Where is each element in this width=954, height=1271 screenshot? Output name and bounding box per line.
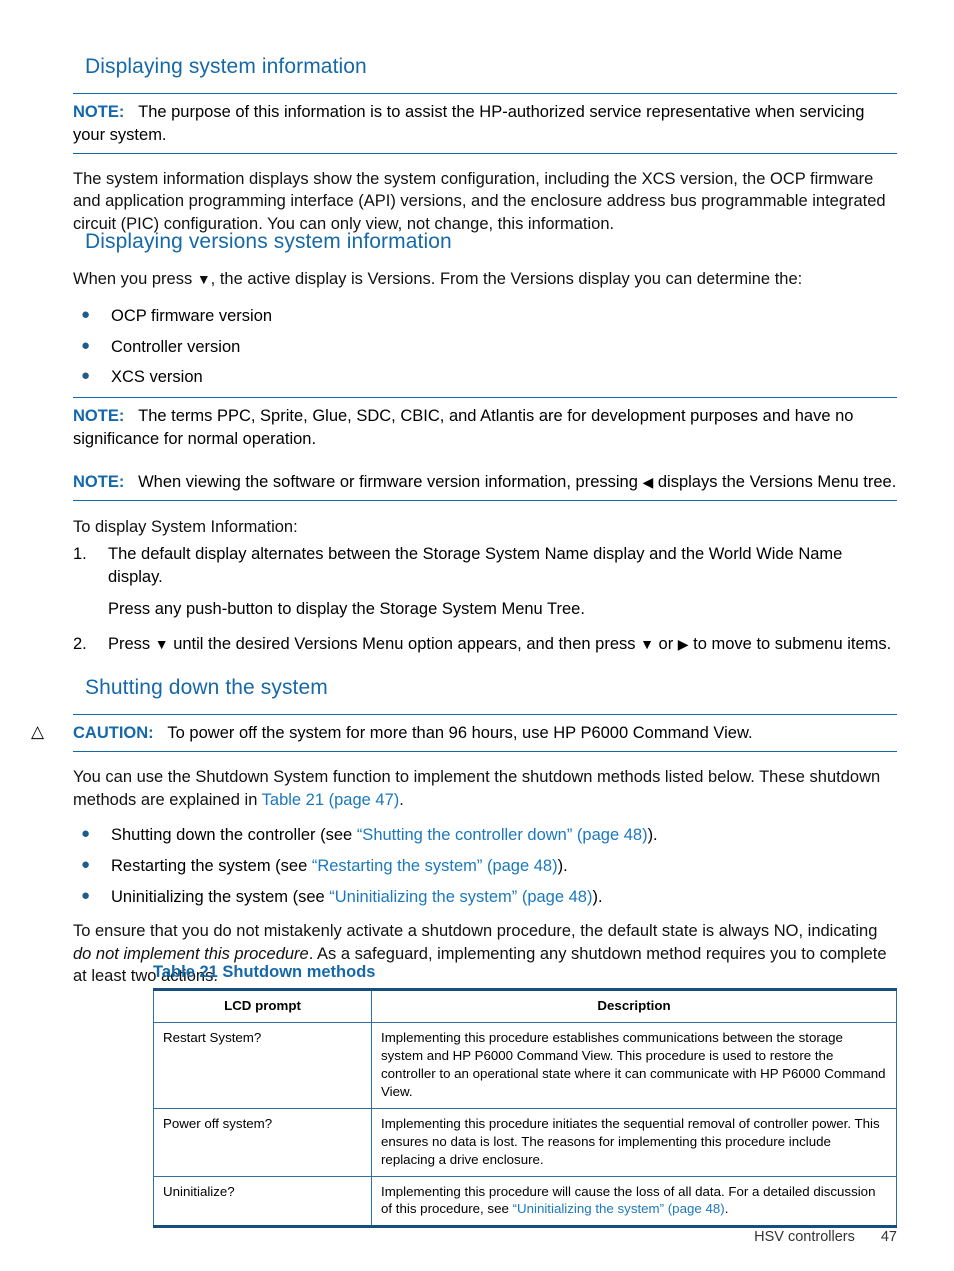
arrow-down-icon: ▼	[640, 635, 654, 652]
step-number: 2.	[73, 634, 87, 653]
table-header: LCD prompt Description	[153, 988, 897, 1023]
list-item-text-pre: Restarting the system (see	[111, 857, 312, 876]
shutdown-methods-table: LCD prompt Description Restart System? I…	[153, 988, 897, 1229]
cell-description: Implementing this procedure initiates th…	[371, 1107, 897, 1177]
page-title: Displaying system information	[85, 55, 367, 78]
bullet-icon: ●	[81, 887, 91, 905]
section-heading-displaying-versions: Displaying versions system information	[85, 230, 452, 253]
shutdown-bullet-list: ● Shutting down the controller (see “Shut…	[73, 824, 897, 908]
section-displaying-system-information: Displaying system information NOTE: The …	[0, 54, 954, 236]
note-text-a: When viewing the software or firmware ve…	[138, 472, 643, 491]
step-text-c: or	[653, 634, 678, 653]
caution-block: △ CAUTION: To power off the system for m…	[31, 714, 897, 752]
cell-lcd-prompt: Uninitialize?	[153, 1175, 372, 1229]
table-body: Restart System? Implementing this proced…	[153, 1021, 897, 1229]
column-header-lcd-prompt: LCD prompt	[153, 988, 372, 1023]
note-text: The purpose of this information is to as…	[73, 103, 865, 144]
table-row: Power off system? Implementing this proc…	[153, 1107, 897, 1177]
list-item: ● Controller version	[73, 336, 897, 359]
list-item-label: Controller version	[111, 337, 241, 356]
default-state-emphasis: do not implement this procedure	[73, 944, 309, 963]
document-page: Displaying system information NOTE: The …	[0, 0, 954, 1271]
shutdown-intro-text-b: .	[399, 790, 404, 809]
table-row: Uninitialize? Implementing this procedur…	[153, 1175, 897, 1229]
bullet-icon: ●	[81, 336, 91, 354]
link-shutting-the-controller-down[interactable]: “Shutting the controller down” (page 48)	[357, 826, 648, 844]
paragraph-versions-intro: When you press ▼, the active display is …	[73, 268, 897, 291]
list-item: ● XCS version	[73, 366, 897, 389]
note-text-b: displays the Versions Menu tree.	[653, 472, 897, 491]
step-text-b: until the desired Versions Menu option a…	[168, 634, 641, 653]
table-caption: Table 21 Shutdown methods	[153, 963, 376, 981]
cell-lcd-prompt: Power off system?	[153, 1107, 372, 1177]
list-item: ● Restarting the system (see “Restarting …	[73, 855, 897, 878]
list-item-label: OCP firmware version	[111, 306, 273, 325]
versions-intro-text-a: When you press	[73, 270, 197, 289]
paragraph-system-information: The system information displays show the…	[73, 169, 886, 234]
shutdown-intro-text-a: You can use the Shutdown System function…	[73, 767, 881, 809]
paragraph-to-display: To display System Information:	[73, 517, 298, 536]
step-text-d: to move to submenu items.	[688, 634, 892, 653]
footer-page-number: 47	[880, 1229, 897, 1245]
paragraph-shutdown-intro: You can use the Shutdown System function…	[73, 766, 897, 812]
bullet-icon: ●	[81, 367, 91, 385]
step-substep-text: Press any push-button to display the Sto…	[108, 599, 585, 618]
note-block-1: NOTE: The purpose of this information is…	[73, 93, 897, 154]
link-uninitializing-the-system-table[interactable]: “Uninitializing the system” (page 48)	[513, 1201, 725, 1216]
default-state-text-a: To ensure that you do not mistakenly act…	[73, 921, 878, 940]
cell-description-text: Implementing this procedure initiates th…	[381, 1115, 880, 1167]
bullet-icon: ●	[81, 305, 91, 323]
list-item-text-post: ).	[557, 857, 568, 876]
note-label: NOTE:	[73, 407, 125, 426]
cell-description-tail: .	[724, 1201, 729, 1217]
link-restarting-the-system[interactable]: “Restarting the system” (page 48)	[312, 857, 558, 875]
cell-description: Implementing this procedure will cause t…	[371, 1175, 897, 1229]
list-item-text-pre: Shutting down the controller (see	[111, 826, 357, 845]
list-item: ● Shutting down the controller (see “Shut…	[73, 824, 897, 847]
arrow-right-icon: ▶	[677, 635, 689, 652]
note-label: NOTE:	[73, 472, 125, 491]
table-row: Restart System? Implementing this proced…	[153, 1021, 897, 1109]
footer-chapter-label: HSV controllers	[754, 1229, 855, 1245]
cell-description: Implementing this procedure establishes …	[371, 1021, 897, 1109]
step-text-a: Press	[108, 634, 155, 653]
note-text: The terms PPC, Sprite, Glue, SDC, CBIC, …	[73, 407, 854, 449]
list-item: 1. The default display alternates betwee…	[73, 543, 897, 620]
steps-list: 1. The default display alternates betwee…	[73, 543, 897, 655]
arrow-left-icon: ◀	[642, 473, 654, 490]
caution-text: To power off the system for more than 96…	[167, 724, 753, 743]
cell-description-text: Implementing this procedure establishes …	[381, 1029, 886, 1099]
caution-label: CAUTION:	[73, 724, 154, 743]
link-table-21[interactable]: Table 21 (page 47)	[262, 791, 400, 809]
page-footer: HSV controllers 47	[0, 1229, 897, 1245]
step-number: 1.	[73, 545, 87, 564]
column-header-description: Description	[371, 988, 897, 1023]
table-header-row: LCD prompt Description	[153, 988, 897, 1023]
list-item: 2. Press ▼ until the desired Versions Men…	[73, 633, 897, 656]
table-21-container: Table 21 Shutdown methods LCD prompt Des…	[153, 963, 897, 1229]
list-item-text-post: ).	[592, 888, 603, 907]
versions-intro-text-b: , the active display is Versions. From t…	[210, 270, 803, 289]
bullet-icon: ●	[81, 856, 91, 874]
arrow-down-icon: ▼	[154, 635, 169, 652]
versions-bullet-list: ● OCP firmware version ● Controller versio…	[73, 305, 897, 389]
arrow-down-icon: ▼	[196, 271, 211, 288]
list-item: ● OCP firmware version	[73, 305, 897, 328]
note-label: NOTE:	[73, 103, 125, 122]
bullet-icon: ●	[81, 825, 91, 843]
list-item-text-pre: Uninitializing the system (see	[111, 888, 330, 907]
step-text: The default display alternates between t…	[108, 545, 843, 587]
note-block-2: NOTE: The terms PPC, Sprite, Glue, SDC, …	[73, 397, 897, 457]
section-shutting-down: Shutting down the system △ CAUTION: To p…	[0, 675, 954, 988]
list-item: ● Uninitializing the system (see “Uniniti…	[73, 886, 897, 909]
caution-triangle-icon: △	[31, 722, 45, 742]
note-block-3: NOTE: When viewing the software or firmw…	[73, 464, 897, 501]
cell-lcd-prompt: Restart System?	[153, 1021, 372, 1109]
section-heading-shutting-down: Shutting down the system	[85, 676, 328, 699]
section-displaying-versions: Displaying versions system information W…	[0, 229, 954, 659]
list-item-text-post: ).	[647, 826, 658, 845]
list-item-label: XCS version	[111, 368, 203, 387]
link-uninitializing-the-system[interactable]: “Uninitializing the system” (page 48)	[329, 888, 592, 906]
